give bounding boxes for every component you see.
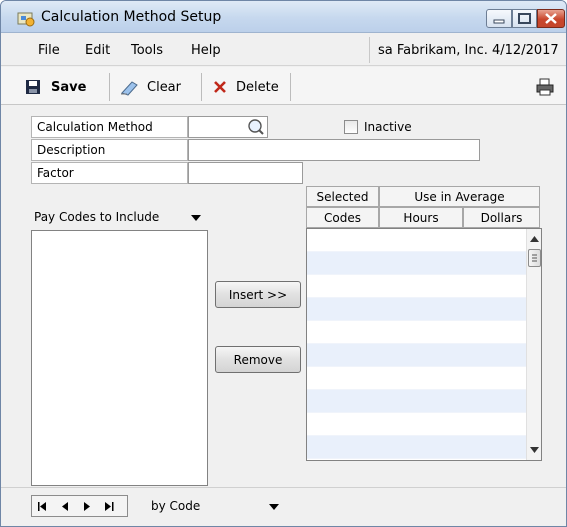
menu-file[interactable]: File [38,43,60,58]
sort-by-dropdown[interactable]: by Code [148,497,284,517]
chevron-down-icon [269,504,279,510]
inactive-checkbox[interactable] [344,120,358,134]
eraser-icon [121,81,138,96]
table-row[interactable] [307,367,526,390]
record-navigation [31,495,128,517]
next-record-icon [84,501,90,511]
delete-button[interactable]: Delete [212,76,279,98]
grip-icon [532,254,537,262]
close-icon [545,13,557,24]
factor-label: Factor [31,162,188,184]
save-button[interactable]: Save [25,76,86,98]
toolbar-separator [109,73,110,101]
codes-column-header: Codes [306,207,379,228]
menu-edit[interactable]: Edit [85,43,110,58]
calculation-method-field[interactable] [188,116,268,138]
first-record-icon [38,501,46,511]
menu-bar: File Edit Tools Help sa Fabrikam, Inc. 4… [1,34,566,66]
remove-button[interactable]: Remove [215,346,301,373]
table-row[interactable] [307,344,526,367]
user-company-date: sa Fabrikam, Inc. 4/12/2017 [378,43,559,58]
save-label: Save [51,79,87,95]
pay-codes-dropdown-label: Pay Codes to Include [34,210,160,224]
toolbar: Save Clear Delete [1,67,566,105]
next-record-button[interactable] [76,496,98,516]
table-row[interactable] [307,252,526,275]
toolbar-separator [290,73,291,101]
dollars-column-header: Dollars [463,207,540,228]
printer-icon [536,78,554,96]
table-row[interactable] [307,321,526,344]
table-row[interactable] [307,436,526,459]
previous-record-button[interactable] [54,496,76,516]
chevron-down-icon [191,215,201,221]
scroll-down-arrow-icon[interactable] [530,447,539,453]
menu-separator [369,37,370,63]
inactive-label: Inactive [364,120,412,134]
maximize-icon [518,13,531,24]
pay-codes-list[interactable] [31,230,208,486]
close-button[interactable] [537,9,565,28]
table-row[interactable] [307,275,526,298]
toolbar-separator [201,73,202,101]
title-bar[interactable]: Calculation Method Setup [1,1,566,33]
grid-vertical-scrollbar[interactable] [526,229,541,460]
floppy-disk-icon [26,80,40,94]
previous-record-icon [62,501,68,511]
menu-help[interactable]: Help [191,43,221,58]
last-record-button[interactable] [98,496,120,516]
first-record-button[interactable] [32,496,54,516]
clear-label: Clear [147,79,181,95]
scroll-thumb[interactable] [528,249,541,267]
selected-column-header: Selected [306,186,379,207]
table-row[interactable] [307,413,526,436]
hours-column-header: Hours [379,207,463,228]
table-row[interactable] [307,229,526,252]
description-field[interactable] [188,139,480,161]
minimize-icon [493,19,505,24]
table-row[interactable] [307,390,526,413]
calculation-method-setup-window: Calculation Method Setup File Edit Tools… [0,0,567,527]
use-in-average-header: Use in Average [379,186,540,207]
minimize-button[interactable] [486,9,512,28]
last-record-icon [105,501,114,511]
selected-codes-grid[interactable] [306,228,542,461]
window-title: Calculation Method Setup [41,9,222,25]
factor-field[interactable] [188,162,303,184]
delete-label: Delete [236,79,279,95]
sort-by-value: by Code [151,499,201,513]
menu-tools[interactable]: Tools [131,43,163,58]
maximize-button[interactable] [512,9,537,28]
description-label: Description [31,139,188,161]
pay-codes-dropdown[interactable]: Pay Codes to Include [31,208,207,228]
lookup-magnifier-icon[interactable] [247,118,265,136]
table-row[interactable] [307,298,526,321]
insert-button[interactable]: Insert >> [215,281,301,308]
delete-x-icon [214,81,226,93]
app-icon [17,12,35,27]
clear-button[interactable]: Clear [119,76,181,98]
scroll-up-arrow-icon[interactable] [530,236,539,242]
print-button[interactable] [536,76,554,98]
calculation-method-label: Calculation Method [31,116,188,138]
